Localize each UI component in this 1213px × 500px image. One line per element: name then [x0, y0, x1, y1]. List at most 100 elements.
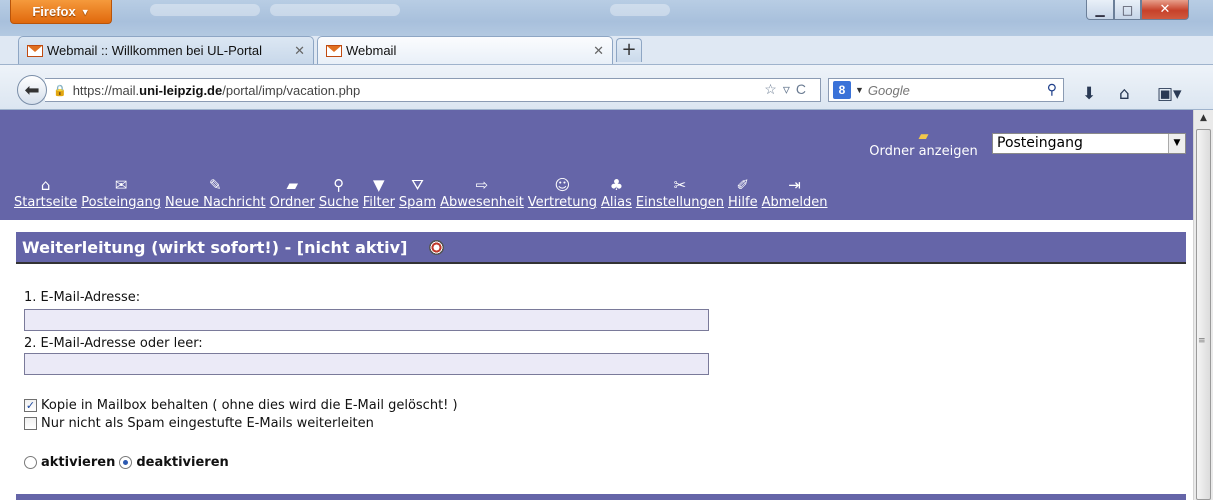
email1-label: 1. E-Mail-Adresse: — [24, 290, 141, 305]
tab-label: Webmail — [346, 43, 397, 58]
menu-item-suche[interactable]: ⚲ Suche — [319, 175, 359, 215]
download-icon[interactable]: ⬇ — [1082, 84, 1096, 104]
chevron-down-icon[interactable]: ▼ — [1168, 134, 1185, 153]
new-tab-button[interactable]: + — [616, 38, 642, 62]
scroll-up-icon[interactable]: ▲ — [1194, 110, 1213, 127]
email2-input[interactable] — [24, 353, 709, 375]
menu-item-ordner[interactable]: ▰ Ordner — [270, 175, 315, 215]
tab-webmail-portal[interactable]: Webmail :: Willkommen bei UL-Portal ✕ — [18, 36, 314, 64]
url-domain: uni-leipzig.de — [139, 82, 223, 98]
keep-copy-checkbox[interactable]: ✓ — [24, 399, 37, 412]
maximize-button[interactable]: □ — [1114, 0, 1141, 20]
menu-label: Startseite — [14, 195, 78, 210]
main-menu: ⌂ Startseite ✉ Posteingang ✎ Neue Nachricht… — [14, 175, 828, 215]
menu-item-neue-nachricht[interactable]: ✎ Neue Nachricht — [165, 175, 266, 215]
lock-icon: 🔒 — [53, 84, 67, 97]
email1-input[interactable] — [24, 309, 709, 331]
search-bar[interactable]: 8 ▼ Google ⚲ — [828, 78, 1064, 102]
section-footer-bar — [16, 494, 1186, 500]
menu-label: Hilfe — [728, 195, 758, 210]
url-path: /portal/imp/vacation.php — [222, 82, 361, 98]
search-icon[interactable]: ⚲ — [1047, 81, 1057, 98]
menu-item-alias[interactable]: ♣ Alias — [601, 175, 632, 215]
filter-icon: ▼ — [373, 176, 385, 194]
menu-item-filter[interactable]: ▼ Filter — [363, 175, 395, 215]
firefox-menu-button[interactable]: Firefox ▼ — [10, 0, 112, 24]
menu-item-einstellungen[interactable]: ✂ Einstellungen — [636, 175, 724, 215]
deactivate-label: deaktivieren — [136, 455, 229, 470]
people-icon: ☺ — [554, 176, 571, 194]
menu-label: Suche — [318, 195, 359, 210]
compose-icon: ✎ — [209, 176, 222, 194]
menu-item-posteingang[interactable]: ✉ Posteingang — [81, 175, 161, 215]
menu-label: Neue Nachricht — [165, 195, 266, 210]
home-icon[interactable]: ⌂ — [1119, 84, 1130, 104]
folder-icon: ▰ — [918, 129, 929, 144]
bookmark-star-icon[interactable]: ☆▿C — [764, 81, 812, 98]
activate-label: aktivieren — [41, 455, 116, 470]
alias-icon: ♣ — [609, 176, 624, 194]
mail-icon — [27, 44, 43, 57]
home-icon: ⌂ — [40, 176, 51, 194]
tools-icon: ✂ — [673, 176, 687, 194]
menu-label: Filter — [362, 195, 395, 210]
menu-item-abwesenheit[interactable]: ⇨ Abwesenheit — [440, 175, 524, 215]
close-tab-icon[interactable]: ✕ — [593, 43, 604, 59]
logout-icon: ⇥ — [788, 176, 801, 194]
tab-label: Webmail :: Willkommen bei UL-Portal — [47, 43, 263, 58]
spam-icon: ⛛ — [411, 176, 424, 194]
scroll-grip-icon: ≡ — [1198, 336, 1206, 346]
inbox-icon: ✉ — [114, 176, 128, 194]
scrollbar-thumb[interactable] — [1196, 129, 1211, 500]
page-content: ▰ Ordner anzeigen Posteingang ▼ ⌂ Startse… — [0, 110, 1193, 500]
menu-label: Abmelden — [761, 195, 828, 210]
tab-webmail[interactable]: Webmail ✕ — [317, 36, 613, 64]
title-blur — [150, 4, 260, 16]
title-blur — [610, 4, 670, 16]
menu-label: Einstellungen — [635, 195, 724, 210]
no-spam-checkbox[interactable] — [24, 417, 37, 430]
activate-radio[interactable] — [24, 456, 37, 469]
menu-label: Spam — [398, 195, 437, 210]
show-folders-label: Ordner anzeigen — [869, 144, 978, 159]
menu-label: Alias — [601, 195, 632, 210]
chevron-down-icon[interactable]: ▼ — [855, 85, 864, 95]
folder-select-value: Posteingang — [997, 135, 1083, 151]
folder-select[interactable]: Posteingang ▼ — [992, 133, 1186, 154]
menu-item-hilfe[interactable]: ✐ Hilfe — [728, 175, 758, 215]
show-folders-link[interactable]: ▰ Ordner anzeigen — [866, 129, 981, 160]
menu-item-vertretung[interactable]: ☺ Vertretung — [528, 175, 597, 215]
menu-label: Vertretung — [527, 195, 598, 210]
folder-icon: ▰ — [286, 176, 298, 194]
minimize-button[interactable]: ▁ — [1086, 0, 1114, 20]
menu-label: Abwesenheit — [440, 195, 524, 210]
search-icon: ⚲ — [333, 176, 345, 194]
help-icon[interactable] — [429, 239, 445, 255]
mail-icon — [326, 44, 342, 57]
menu-item-spam[interactable]: ⛛ Spam — [399, 175, 436, 215]
keep-copy-label: Kopie in Mailbox behalten ( ohne dies wi… — [41, 398, 458, 413]
firefox-menu-label: Firefox — [32, 4, 76, 19]
window-titlebar: Firefox ▼ ▁ □ ✕ — [0, 0, 1213, 36]
close-tab-icon[interactable]: ✕ — [294, 43, 305, 59]
arrow-icon: ⇨ — [475, 176, 489, 194]
section-title: Weiterleitung (wirkt sofort!) - [nicht a… — [16, 232, 1186, 264]
menu-item-abmelden[interactable]: ⇥ Abmelden — [762, 175, 828, 215]
back-arrow-icon: ⬅ — [24, 79, 40, 101]
keep-copy-option[interactable]: ✓ Kopie in Mailbox behalten ( ohne dies … — [24, 398, 458, 413]
menu-label: Ordner — [269, 195, 315, 210]
close-window-button[interactable]: ✕ — [1141, 0, 1189, 20]
book-icon: ✐ — [736, 176, 750, 194]
back-button[interactable]: ⬅ — [17, 75, 47, 105]
google-icon: 8 — [833, 81, 851, 99]
no-spam-label: Nur nicht als Spam eingestufte E-Mails w… — [41, 416, 374, 431]
url-prefix: https://mail. — [72, 82, 140, 98]
addons-menu-icon[interactable]: ▣▾ — [1157, 84, 1182, 104]
activation-radio-group: aktivieren deaktivieren — [24, 455, 229, 470]
email2-label: 2. E-Mail-Adresse oder leer: — [24, 336, 203, 351]
no-spam-option[interactable]: Nur nicht als Spam eingestufte E-Mails w… — [24, 416, 374, 431]
deactivate-radio[interactable] — [119, 456, 133, 469]
page-scrollbar[interactable]: ▲ ≡ — [1193, 110, 1213, 500]
menu-item-startseite[interactable]: ⌂ Startseite — [14, 175, 77, 215]
address-bar[interactable]: 🔒 https://mail. uni-leipzig.de/portal/imp… — [45, 78, 821, 102]
